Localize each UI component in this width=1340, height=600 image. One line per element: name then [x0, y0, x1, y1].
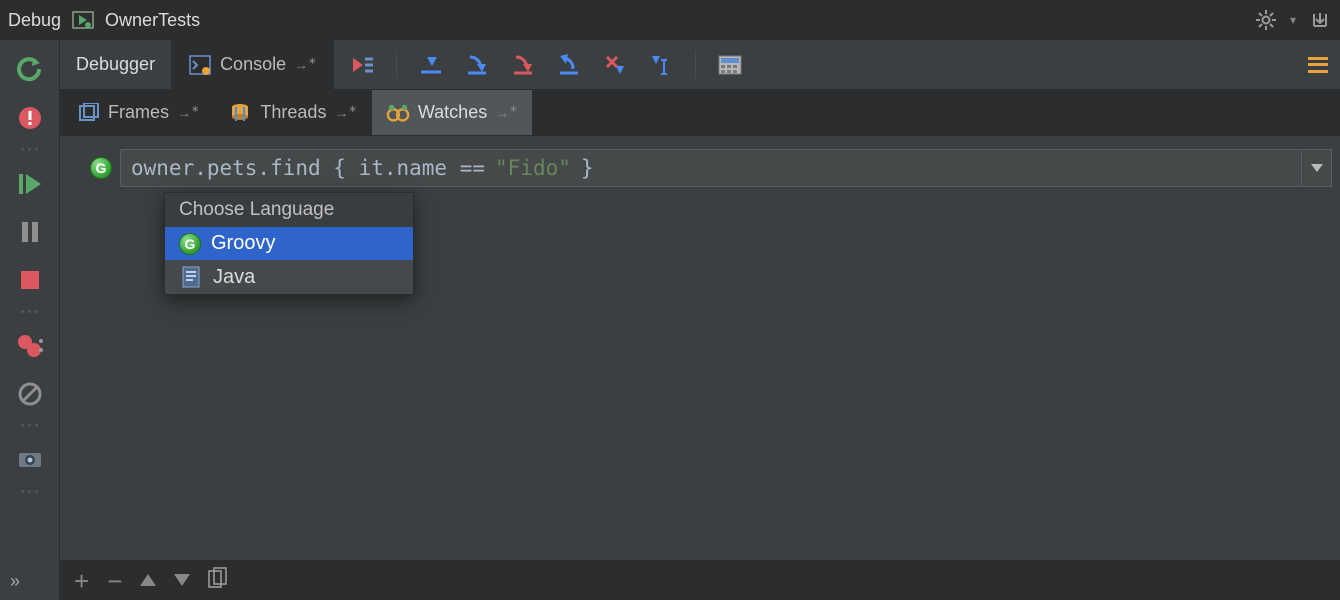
- subtab-label: Frames: [108, 102, 169, 123]
- popup-item-java[interactable]: Java: [165, 260, 413, 294]
- collapse-toolwindow-button[interactable]: »: [10, 571, 18, 592]
- groovy-icon: G: [90, 157, 112, 179]
- step-out-icon[interactable]: [557, 53, 581, 77]
- groovy-icon: G: [179, 233, 201, 255]
- separator-icon: [14, 490, 46, 496]
- subtab-label: Watches: [418, 102, 487, 123]
- run-config-icon: [71, 8, 95, 32]
- subtab-threads[interactable]: Threads →∗: [214, 90, 371, 135]
- tab-label: Debugger: [76, 54, 155, 75]
- pin-icon[interactable]: →∗: [495, 104, 517, 121]
- debug-titlebar: Debug OwnerTests ▾: [0, 0, 1340, 40]
- pin-icon[interactable]: →∗: [294, 56, 316, 73]
- remove-watch-button[interactable]: −: [107, 571, 122, 591]
- subtab-watches[interactable]: Watches →∗: [372, 90, 533, 135]
- threads-icon: [228, 101, 252, 125]
- java-file-icon: [179, 265, 203, 289]
- run-to-cursor-icon[interactable]: [649, 53, 673, 77]
- separator-icon: [14, 148, 46, 154]
- expression-text: owner.pets.find { it.name ==: [131, 156, 485, 180]
- evaluate-expression-icon[interactable]: [718, 53, 742, 77]
- hide-icon[interactable]: [1308, 8, 1332, 32]
- rerun-button[interactable]: [10, 50, 50, 90]
- view-breakpoints-button[interactable]: [10, 326, 50, 366]
- resume-button[interactable]: [10, 164, 50, 204]
- step-over-icon[interactable]: [419, 53, 443, 77]
- debug-action-rail: [0, 40, 60, 600]
- stop-button[interactable]: [10, 260, 50, 300]
- separator-icon: [695, 51, 696, 79]
- layout-settings-icon[interactable]: [1308, 57, 1328, 73]
- watches-icon: [386, 101, 410, 125]
- subtab-label: Threads: [260, 102, 326, 123]
- mute-breakpoints-button[interactable]: [10, 374, 50, 414]
- watch-expression-input[interactable]: owner.pets.find { it.name == "Fido" }: [120, 149, 1302, 187]
- tab-console[interactable]: Console →∗: [172, 40, 333, 89]
- popup-item-label: Groovy: [211, 232, 275, 255]
- debugger-top-tabs: Debugger Console →∗: [60, 40, 1340, 90]
- pin-icon[interactable]: →∗: [334, 104, 356, 121]
- pause-button[interactable]: [10, 212, 50, 252]
- add-watch-button[interactable]: +: [74, 571, 89, 591]
- separator-icon: [14, 424, 46, 430]
- pin-icon[interactable]: →∗: [177, 104, 199, 121]
- subtab-frames[interactable]: Frames →∗: [62, 90, 214, 135]
- expression-tail: }: [581, 156, 594, 180]
- popup-item-groovy[interactable]: G Groovy: [165, 227, 413, 260]
- expression-string: "Fido": [495, 156, 571, 180]
- separator-icon: [396, 51, 397, 79]
- separator-icon: [14, 310, 46, 316]
- console-icon: [188, 53, 212, 77]
- watches-toolbar: + −: [60, 560, 1340, 600]
- show-execution-point-icon[interactable]: [350, 53, 374, 77]
- resume-warning-button[interactable]: [10, 98, 50, 138]
- choose-language-popup: Choose Language G Groovy Java: [164, 192, 414, 295]
- debugger-sub-tabs: Frames →∗ Threads →∗ Watches →∗: [60, 90, 1340, 136]
- expression-history-dropdown[interactable]: [1302, 149, 1332, 187]
- run-config-name: OwnerTests: [105, 10, 200, 31]
- move-up-button[interactable]: [140, 569, 156, 592]
- thread-dump-button[interactable]: [10, 440, 50, 480]
- frames-icon: [76, 101, 100, 125]
- tab-label: Console: [220, 54, 286, 75]
- tab-debugger[interactable]: Debugger: [60, 40, 172, 89]
- watches-panel: G owner.pets.find { it.name == "Fido" } …: [60, 136, 1340, 600]
- step-into-icon[interactable]: [465, 53, 489, 77]
- gear-dropdown-icon[interactable]: ▾: [1290, 13, 1296, 27]
- duplicate-watch-button[interactable]: [208, 567, 228, 595]
- move-down-button[interactable]: [174, 569, 190, 592]
- force-step-into-icon[interactable]: [511, 53, 535, 77]
- drop-frame-icon[interactable]: [603, 53, 627, 77]
- gear-icon[interactable]: [1254, 8, 1278, 32]
- popup-header: Choose Language: [165, 193, 413, 227]
- popup-item-label: Java: [213, 266, 255, 289]
- toolwindow-label: Debug: [8, 10, 61, 31]
